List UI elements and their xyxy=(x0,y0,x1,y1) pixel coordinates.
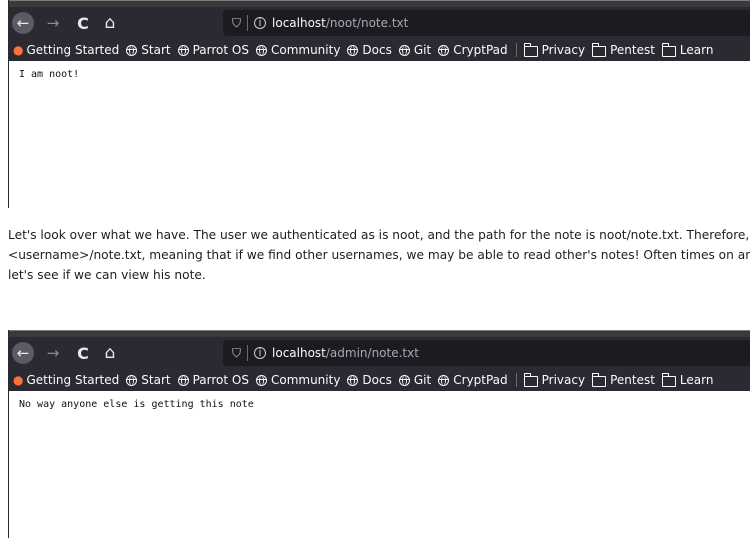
url-host: localhost xyxy=(272,16,326,30)
globe-icon xyxy=(255,44,267,56)
folder-icon xyxy=(523,372,538,387)
bookmark-folder-learn[interactable]: Learn xyxy=(661,42,714,57)
url-path: /admin/note.txt xyxy=(325,346,419,360)
shield-icon[interactable]: ⛉ xyxy=(232,16,241,31)
folder-icon xyxy=(661,372,676,387)
globe-icon xyxy=(398,374,410,386)
folder-icon xyxy=(592,42,607,57)
article-paragraph: Let's look over what we have. The user w… xyxy=(8,225,750,285)
browser-window-admin: ← → C ⌂ ⛉ i localhost/admin/note.txt ● Ge… xyxy=(8,330,750,538)
bookmark-label: CryptPad xyxy=(453,43,508,57)
bookmark-docs[interactable]: Docs xyxy=(347,373,392,387)
bookmarks-toolbar: ● Getting Started Start Parrot OS Communi… xyxy=(9,369,750,391)
bookmark-community[interactable]: Community xyxy=(255,43,341,57)
bookmarks-divider xyxy=(515,43,517,57)
bookmark-start[interactable]: Start xyxy=(126,43,171,57)
browser-window-noot: ← → C ⌂ ⛉ i localhost/noot/note.txt ● Get… xyxy=(8,0,750,208)
bookmark-community[interactable]: Community xyxy=(255,373,341,387)
globe-icon xyxy=(438,44,450,56)
window-top-strip xyxy=(9,0,750,7)
folder-icon xyxy=(592,372,607,387)
window-top-strip xyxy=(9,330,750,337)
url-bar[interactable]: ⛉ i localhost/noot/note.txt xyxy=(223,10,750,36)
bookmark-label: Parrot OS xyxy=(192,43,249,57)
bookmark-folder-privacy[interactable]: Privacy xyxy=(523,372,586,387)
bookmark-docs[interactable]: Docs xyxy=(347,43,392,57)
bookmark-parrot-os[interactable]: Parrot OS xyxy=(177,43,249,57)
page-content: No way anyone else is getting this note xyxy=(9,391,750,410)
url-bar[interactable]: ⛉ i localhost/admin/note.txt xyxy=(223,340,750,366)
navigation-toolbar: ← → C ⌂ ⛉ i localhost/noot/note.txt xyxy=(9,7,750,39)
bookmark-git[interactable]: Git xyxy=(398,43,432,57)
url-bar-divider xyxy=(247,345,249,361)
bookmark-cryptpad[interactable]: CryptPad xyxy=(438,373,508,387)
url-bar-divider xyxy=(247,15,249,31)
bookmark-getting-started[interactable]: ● Getting Started xyxy=(13,373,119,387)
globe-icon xyxy=(126,374,138,386)
reload-icon[interactable]: C xyxy=(72,342,94,364)
bookmark-folder-pentest[interactable]: Pentest xyxy=(592,42,655,57)
info-icon[interactable]: i xyxy=(254,347,267,359)
bookmark-label: Start xyxy=(141,43,171,57)
bookmark-start[interactable]: Start xyxy=(126,373,171,387)
globe-icon xyxy=(126,44,138,56)
bookmark-getting-started[interactable]: ● Getting Started xyxy=(13,43,119,57)
paragraph-line: <username>/note.txt, meaning that if we … xyxy=(8,248,750,262)
bookmark-label: Docs xyxy=(362,373,392,387)
globe-icon xyxy=(347,44,359,56)
shield-icon[interactable]: ⛉ xyxy=(232,346,241,361)
bookmark-label: Learn xyxy=(679,43,714,57)
bookmark-folder-privacy[interactable]: Privacy xyxy=(523,42,586,57)
bookmark-git[interactable]: Git xyxy=(398,373,432,387)
globe-icon xyxy=(347,374,359,386)
firefox-icon: ● xyxy=(13,43,24,57)
bookmark-label: Git xyxy=(413,43,432,57)
bookmark-label: Git xyxy=(413,373,432,387)
info-icon[interactable]: i xyxy=(254,17,267,29)
back-arrow-icon[interactable]: ← xyxy=(12,12,34,34)
url-path: /noot/note.txt xyxy=(325,16,409,30)
bookmarks-toolbar: ● Getting Started Start Parrot OS Communi… xyxy=(9,39,750,61)
note-text: I am noot! xyxy=(19,69,80,80)
page-content: I am noot! xyxy=(9,61,750,80)
globe-icon xyxy=(255,374,267,386)
forward-arrow-icon[interactable]: → xyxy=(42,342,64,364)
home-icon[interactable]: ⌂ xyxy=(99,342,121,364)
bookmark-label: Start xyxy=(141,373,171,387)
bookmarks-divider xyxy=(515,373,517,387)
bookmark-label: Community xyxy=(270,373,341,387)
reload-icon[interactable]: C xyxy=(72,12,94,34)
bookmark-label: Community xyxy=(270,43,341,57)
folder-icon xyxy=(661,42,676,57)
bookmark-label: Getting Started xyxy=(26,43,120,57)
home-icon[interactable]: ⌂ xyxy=(99,12,121,34)
bookmark-label: Pentest xyxy=(610,373,655,387)
bookmark-parrot-os[interactable]: Parrot OS xyxy=(177,373,249,387)
forward-arrow-icon[interactable]: → xyxy=(42,12,64,34)
globe-icon xyxy=(177,44,189,56)
globe-icon xyxy=(438,374,450,386)
bookmark-label: Pentest xyxy=(610,43,655,57)
note-text: No way anyone else is getting this note xyxy=(19,399,254,410)
globe-icon xyxy=(398,44,410,56)
firefox-icon: ● xyxy=(13,373,24,387)
globe-icon xyxy=(177,374,189,386)
bookmark-label: Getting Started xyxy=(26,373,120,387)
bookmark-label: Privacy xyxy=(541,43,586,57)
bookmark-label: Privacy xyxy=(541,373,586,387)
bookmark-label: CryptPad xyxy=(453,373,508,387)
bookmark-folder-learn[interactable]: Learn xyxy=(661,372,714,387)
url-host: localhost xyxy=(272,346,326,360)
bookmark-cryptpad[interactable]: CryptPad xyxy=(438,43,508,57)
bookmark-label: Learn xyxy=(679,373,714,387)
folder-icon xyxy=(523,42,538,57)
back-arrow-icon[interactable]: ← xyxy=(12,342,34,364)
paragraph-line: let's see if we can view his note. xyxy=(8,268,206,282)
bookmark-label: Docs xyxy=(362,43,392,57)
paragraph-line: Let's look over what we have. The user w… xyxy=(8,228,750,242)
bookmark-folder-pentest[interactable]: Pentest xyxy=(592,372,655,387)
bookmark-label: Parrot OS xyxy=(192,373,249,387)
navigation-toolbar: ← → C ⌂ ⛉ i localhost/admin/note.txt xyxy=(9,337,750,369)
